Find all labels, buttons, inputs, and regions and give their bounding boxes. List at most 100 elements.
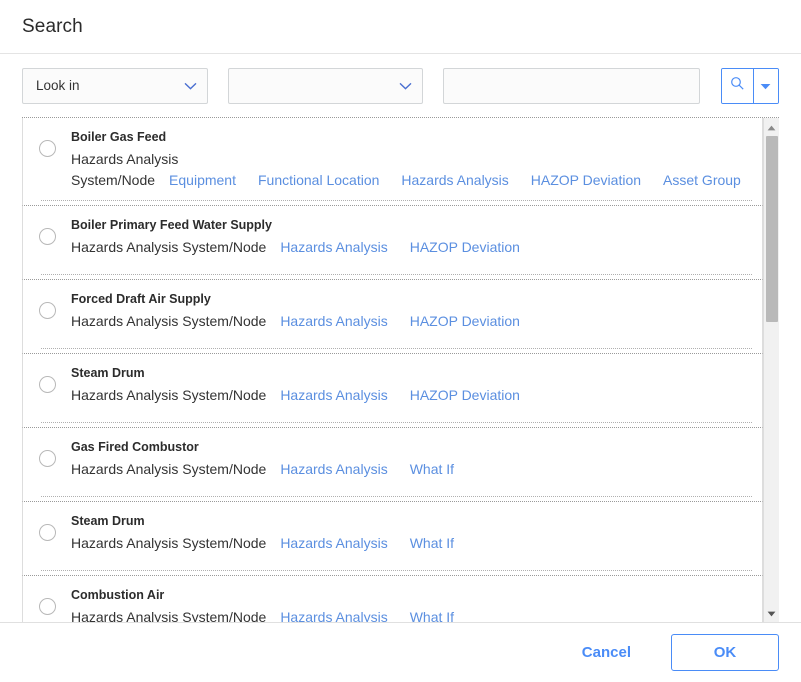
result-body: Forced Draft Air Supply Hazards Analysis … <box>71 291 762 353</box>
scrollbar-thumb[interactable] <box>765 136 778 322</box>
ok-button[interactable]: OK <box>671 634 779 671</box>
search-results-viewport: Boiler Gas Feed Hazards Analysis System/N… <box>22 118 763 622</box>
scrollbar-track[interactable] <box>763 136 779 604</box>
result-meta: Hazards Analysis System/Node Hazards Anal… <box>71 533 748 554</box>
result-meta: Hazards Analysis System/Node Hazards Anal… <box>71 237 748 258</box>
result-row[interactable]: Combustion Air Hazards Analysis System/No… <box>22 576 763 622</box>
result-row[interactable]: Boiler Primary Feed Water Supply Hazards … <box>22 206 763 280</box>
result-radio-cell <box>23 129 71 205</box>
result-meta: Hazards Analysis System/Node Hazards Anal… <box>71 607 748 622</box>
page-title: Search <box>22 15 83 37</box>
result-family-label: Hazards Analysis System/Node <box>71 535 267 551</box>
result-row[interactable]: Forced Draft Air Supply Hazards Analysis … <box>22 280 763 354</box>
result-family-link[interactable]: HAZOP Deviation <box>410 313 520 329</box>
keyword-input-wrap[interactable] <box>443 67 701 104</box>
caret-down-icon <box>760 77 771 95</box>
dialog-footer: Cancel OK <box>0 622 801 682</box>
result-family-link[interactable]: Hazards Analysis <box>280 239 387 255</box>
scroll-up-button[interactable] <box>763 118 779 136</box>
result-family-link[interactable]: Hazards Analysis <box>280 387 387 403</box>
result-row[interactable]: Boiler Gas Feed Hazards Analysis System/N… <box>22 118 763 206</box>
chevron-down-icon <box>177 82 203 90</box>
result-family-link[interactable]: Hazards Analysis <box>280 313 387 329</box>
look-in-value: Look in <box>36 78 80 93</box>
result-radio-button[interactable] <box>38 450 56 467</box>
search-button-group <box>721 67 779 104</box>
result-radio-button[interactable] <box>38 524 56 541</box>
result-family-link[interactable]: Hazards Analysis <box>280 609 387 622</box>
result-row[interactable]: Gas Fired Combustor Hazards Analysis Syst… <box>22 428 763 502</box>
result-title: Boiler Primary Feed Water Supply <box>71 218 272 232</box>
result-family-link[interactable]: What If <box>410 609 454 622</box>
result-divider <box>41 422 752 423</box>
result-radio-cell <box>23 365 71 427</box>
result-family-link[interactable]: Asset Group <box>663 172 741 188</box>
search-button[interactable] <box>722 68 753 103</box>
result-family-label: Hazards Analysis System/Node <box>71 313 267 329</box>
result-family-link[interactable]: Hazards Analysis <box>401 172 508 188</box>
result-family-label: Hazards Analysis System/Node <box>71 151 179 188</box>
result-title: Combustion Air <box>71 588 165 602</box>
search-options-button[interactable] <box>752 68 778 103</box>
result-radio-button[interactable] <box>38 302 56 319</box>
result-family-label: Hazards Analysis System/Node <box>71 609 267 622</box>
results-scrollbar[interactable] <box>763 118 779 622</box>
result-body: Boiler Gas Feed Hazards Analysis System/N… <box>71 129 762 205</box>
result-divider <box>41 570 752 571</box>
result-family-label: Hazards Analysis System/Node <box>71 239 267 255</box>
result-family-link[interactable]: Functional Location <box>258 172 379 188</box>
chevron-down-icon <box>392 82 418 90</box>
result-family-link[interactable]: Equipment <box>169 172 236 188</box>
result-radio-button[interactable] <box>38 228 56 245</box>
result-radio-cell <box>23 513 71 575</box>
result-family-link[interactable]: HAZOP Deviation <box>410 387 520 403</box>
search-results-region: Boiler Gas Feed Hazards Analysis System/N… <box>22 117 779 622</box>
result-divider <box>41 274 752 275</box>
result-radio-button[interactable] <box>38 140 56 157</box>
search-results-list: Boiler Gas Feed Hazards Analysis System/N… <box>22 118 763 622</box>
search-icon <box>730 76 745 96</box>
result-family-label: Hazards Analysis System/Node <box>71 461 267 477</box>
result-radio-button[interactable] <box>38 376 56 393</box>
result-family-label: Hazards Analysis System/Node <box>71 387 267 403</box>
result-row[interactable]: Steam Drum Hazards Analysis System/Node Ha… <box>22 354 763 428</box>
result-family-link[interactable]: Hazards Analysis <box>280 535 387 551</box>
result-title: Boiler Gas Feed <box>71 130 167 144</box>
scroll-up-icon <box>767 118 776 136</box>
result-body: Steam Drum Hazards Analysis System/Node Ha… <box>71 513 762 575</box>
result-title: Steam Drum <box>71 514 145 528</box>
cancel-button[interactable]: Cancel <box>566 634 647 671</box>
result-radio-button[interactable] <box>38 598 56 615</box>
result-family-link[interactable]: HAZOP Deviation <box>410 239 520 255</box>
search-input[interactable] <box>444 68 700 103</box>
search-dialog: Search Look in Boiler Gas Feed Hazards A… <box>0 0 801 682</box>
result-radio-cell <box>23 439 71 501</box>
dialog-header: Search <box>0 0 801 54</box>
result-body: Boiler Primary Feed Water Supply Hazards … <box>71 217 762 279</box>
result-title: Gas Fired Combustor <box>71 440 199 454</box>
result-divider <box>41 200 752 201</box>
result-family-link[interactable]: What If <box>410 461 454 477</box>
look-in-dropdown[interactable]: Look in <box>22 67 209 104</box>
result-meta: Hazards Analysis System/Node Hazards Anal… <box>71 385 748 406</box>
result-row[interactable]: Steam Drum Hazards Analysis System/Node Ha… <box>22 502 763 576</box>
scroll-down-icon <box>767 604 776 622</box>
result-title: Steam Drum <box>71 366 145 380</box>
result-family-link[interactable]: What If <box>410 535 454 551</box>
scroll-down-button[interactable] <box>763 604 779 622</box>
result-body: Combustion Air Hazards Analysis System/No… <box>71 587 762 622</box>
result-body: Gas Fired Combustor Hazards Analysis Syst… <box>71 439 762 501</box>
result-title: Forced Draft Air Supply <box>71 292 211 306</box>
search-toolbar: Look in <box>0 54 801 117</box>
result-meta: Hazards Analysis System/Node Equipment Fun… <box>71 149 748 191</box>
result-divider <box>41 496 752 497</box>
result-radio-cell <box>23 291 71 353</box>
result-meta: Hazards Analysis System/Node Hazards Anal… <box>71 459 748 480</box>
result-family-link[interactable]: HAZOP Deviation <box>531 172 641 188</box>
result-radio-cell <box>23 217 71 279</box>
result-divider <box>41 348 752 349</box>
family-dropdown[interactable] <box>228 67 424 104</box>
result-family-link[interactable]: Hazards Analysis <box>280 461 387 477</box>
result-radio-cell <box>23 587 71 622</box>
result-meta: Hazards Analysis System/Node Hazards Anal… <box>71 311 748 332</box>
